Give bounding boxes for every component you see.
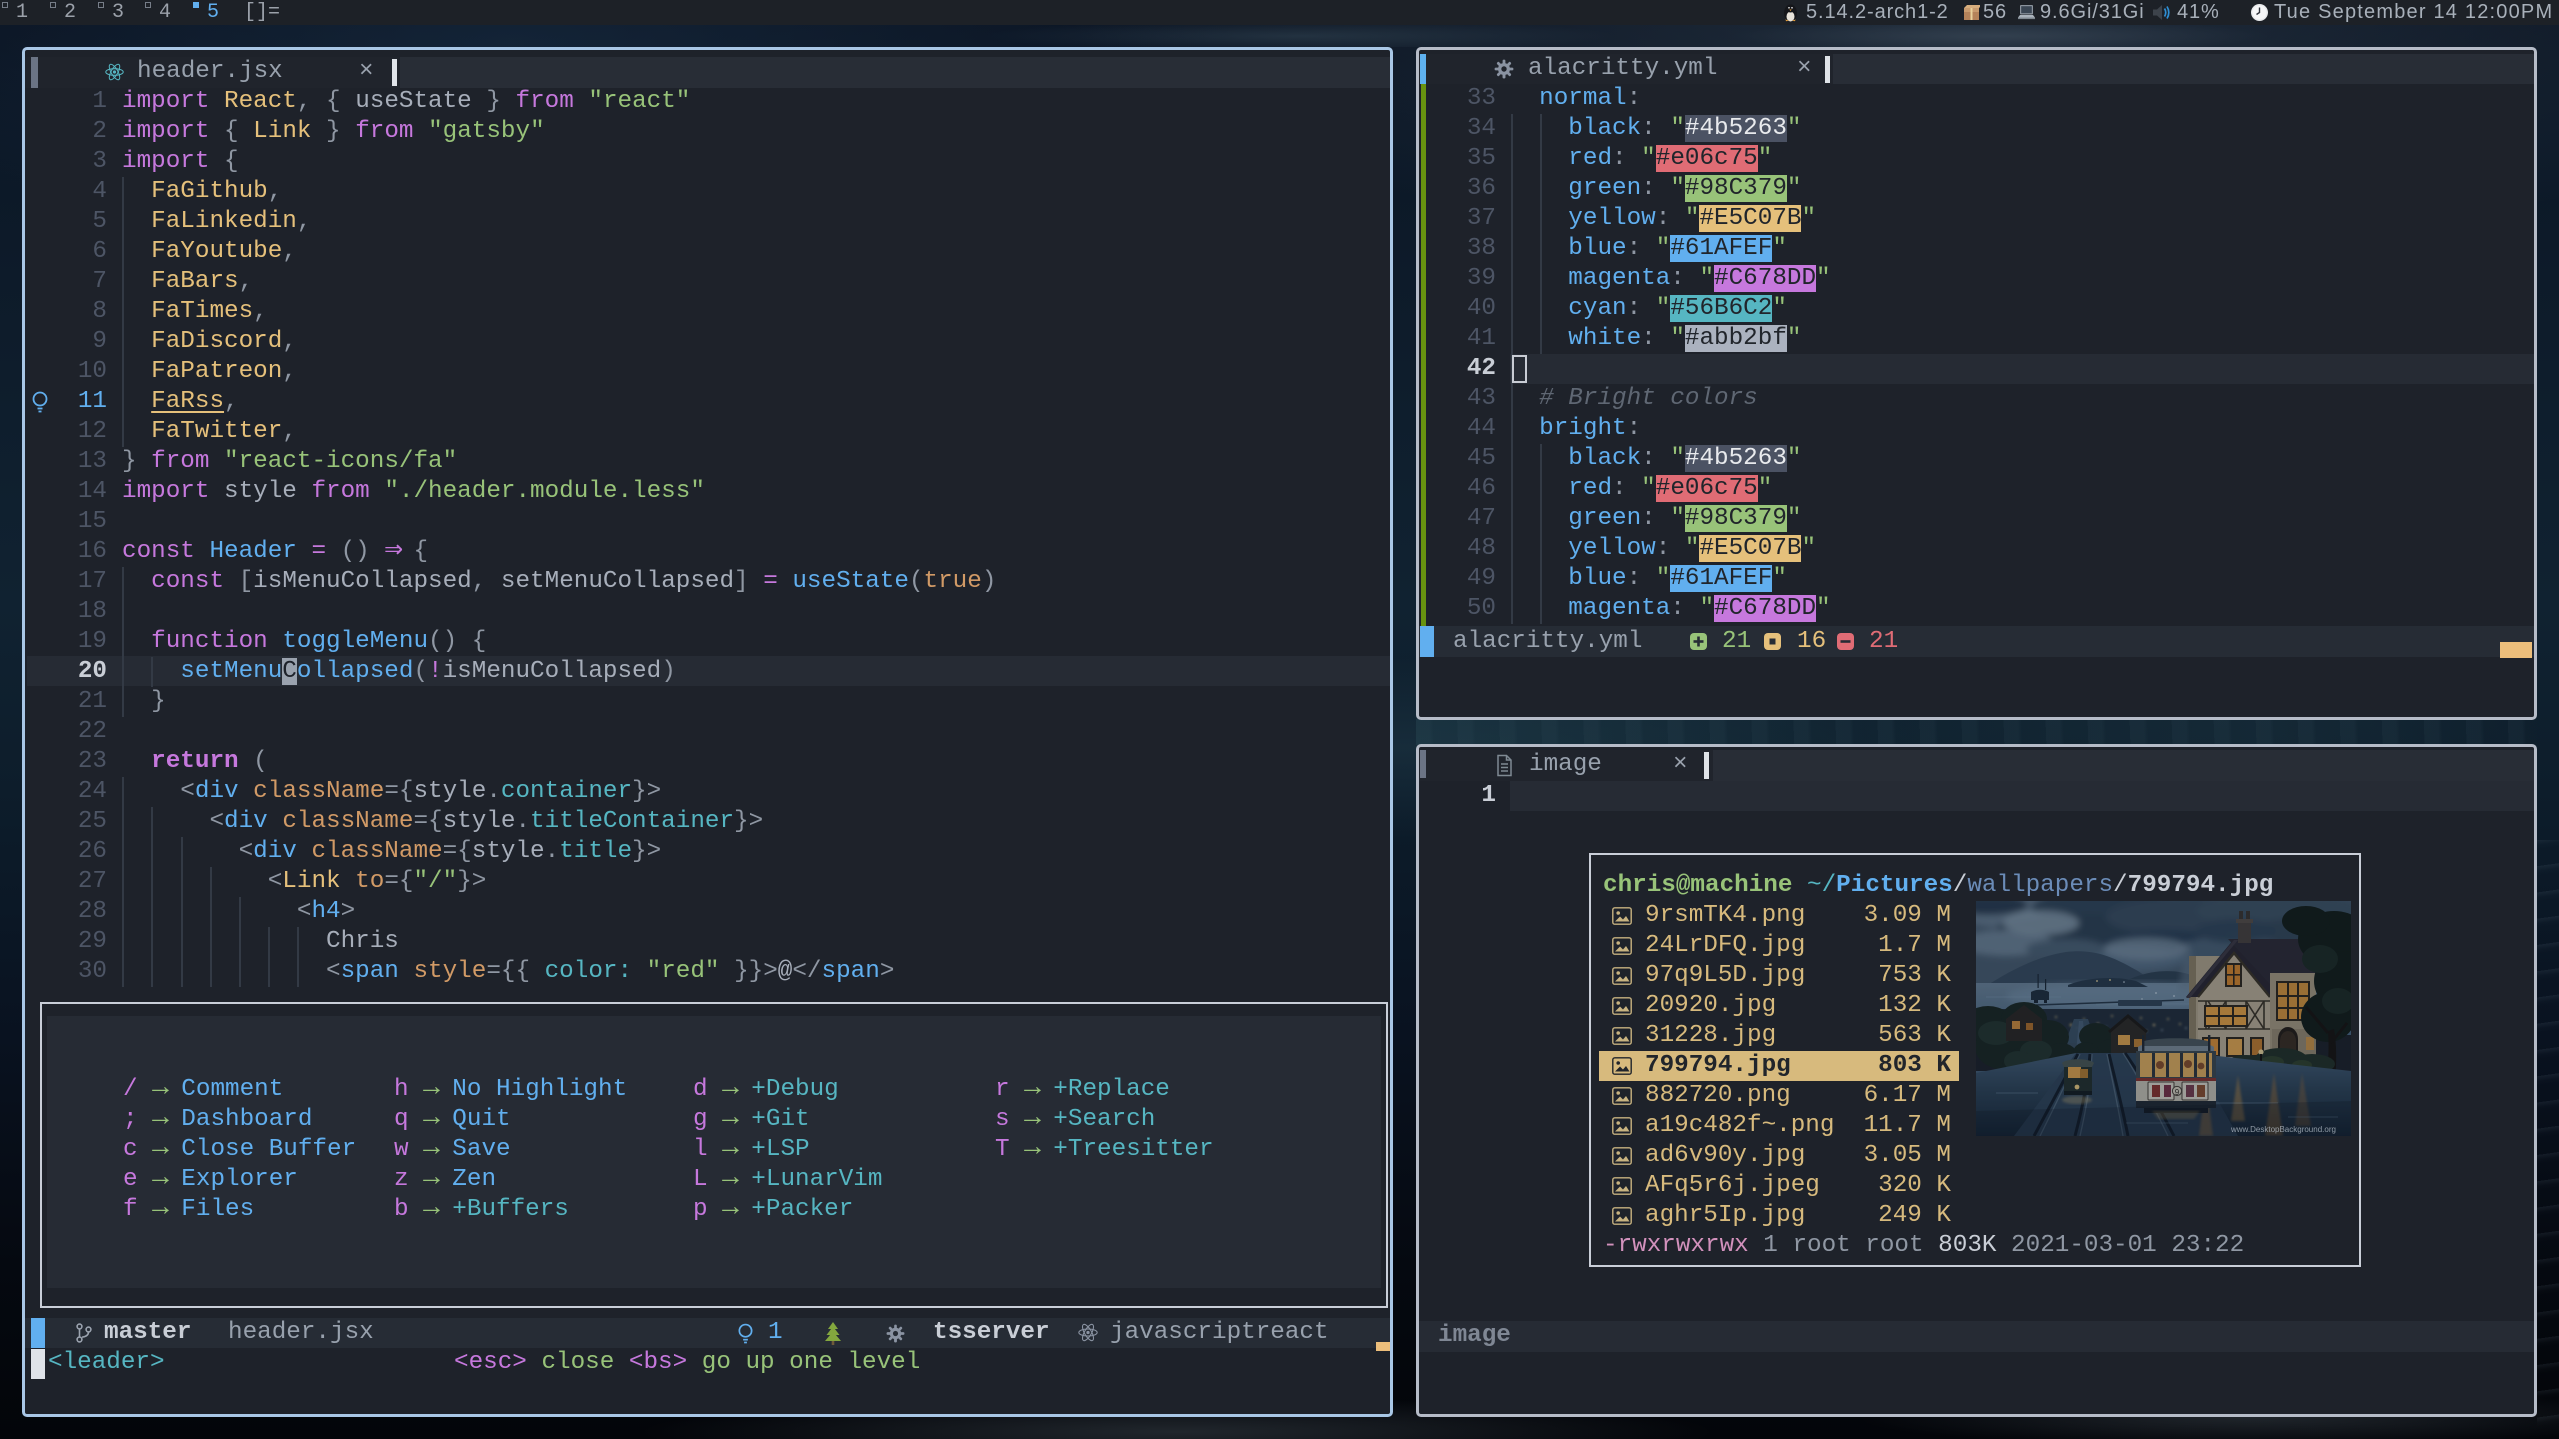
svg-text:www.DesktopBackground.org: www.DesktopBackground.org [2230,1125,2336,1134]
